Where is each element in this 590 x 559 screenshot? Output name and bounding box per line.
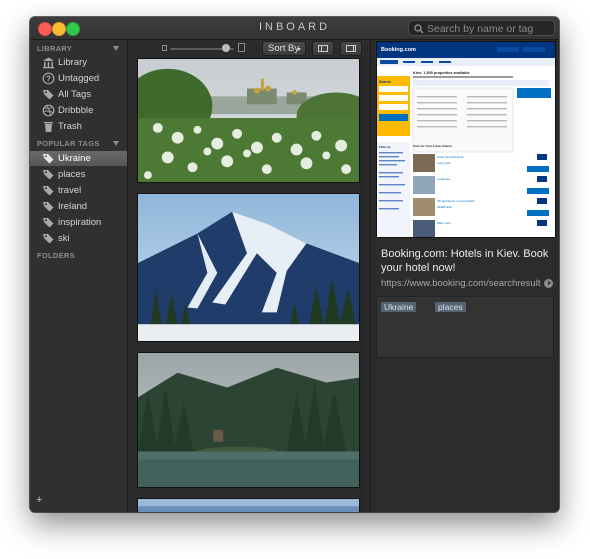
search-icon <box>414 24 424 34</box>
sidebar-item-label: Untagged <box>58 73 100 84</box>
preview-search-label: Search <box>379 80 391 84</box>
svg-text:?: ? <box>46 74 51 83</box>
sidebar-tag-ukraine[interactable]: Ukraine <box>30 151 127 166</box>
preview-filter-label: Filter by <box>379 145 391 149</box>
sidebar-item-label: All Tags <box>58 89 92 100</box>
question-icon: ? <box>42 72 55 85</box>
dribbble-icon <box>42 104 55 117</box>
library-header: LIBRARY <box>37 44 73 53</box>
sort-by-button[interactable]: Sort By <box>262 41 306 56</box>
preview-hotel-name: Hotel Vozdvizhenka <box>437 155 464 159</box>
sort-by-label: Sort By <box>268 43 300 54</box>
bookmark-url[interactable]: https://www.booking.com/searchresult... <box>381 278 541 289</box>
tags-icon <box>43 90 54 100</box>
sidebar-item-label: Dribbble <box>58 105 94 116</box>
preview-hotel-name: Radlliff Hotel <box>437 205 452 209</box>
search-input[interactable]: Search by name or tag <box>408 20 555 36</box>
list-scrollbar[interactable] <box>361 58 370 512</box>
sidebar-item-trash[interactable]: Trash <box>30 119 127 134</box>
tag-icon <box>43 170 54 180</box>
sidebar-tag-label: Ukraine <box>58 153 91 164</box>
sidebar-item-label: Library <box>58 57 88 68</box>
preview-logo: Booking.com <box>381 47 416 53</box>
trash-icon <box>44 122 53 132</box>
list-toolbar: Sort By <box>128 40 370 57</box>
title-bar: INBOARD Search by name or tag <box>30 17 559 40</box>
sidebar: LIBRARY Library ? Untagged All Tags Drib… <box>30 40 128 512</box>
toggle-inspector-button[interactable] <box>340 41 362 56</box>
sidebar-item-label: Trash <box>58 121 82 132</box>
preview-hotel-name: Lusterkee <box>437 177 451 181</box>
right-panel-icon <box>346 45 356 52</box>
add-button[interactable]: + <box>36 494 42 506</box>
booking-page-preview: Booking.com Search Kiev: 1,955 propertie… <box>377 42 555 237</box>
sidebar-item-library[interactable]: Library <box>30 55 127 70</box>
sidebar-tag-places[interactable]: places <box>30 167 127 182</box>
left-panel-icon <box>318 45 328 52</box>
library-icon <box>43 57 54 69</box>
tag-chip[interactable]: places <box>435 302 466 312</box>
app-window: INBOARD Search by name or tag LIBRARY Li… <box>30 17 559 512</box>
sidebar-tag-label: travel <box>58 185 82 196</box>
folders-header: FOLDERS <box>37 251 75 260</box>
inspector-panel: Booking.com Search Kiev: 1,955 propertie… <box>370 40 559 512</box>
chevron-down-icon <box>297 48 301 51</box>
tag-chip[interactable]: Ukraine <box>381 302 417 312</box>
preview-list-label: Over for Your Fresh Clients <box>413 144 452 148</box>
preview-hotel-name: VP apartment on Kreschatik <box>437 199 475 203</box>
popular-tags-collapse-icon[interactable] <box>113 141 119 146</box>
sidebar-tag-label: places <box>58 169 86 180</box>
image-thumbnail-partial[interactable] <box>137 498 360 512</box>
small-size-icon <box>162 45 167 51</box>
panel-divider <box>321 45 322 52</box>
sidebar-tag-label: inspiration <box>58 217 102 228</box>
search-placeholder: Search by name or tag <box>427 23 534 35</box>
sidebar-tag-inspiration[interactable]: inspiration <box>30 215 127 230</box>
preview-hotel-name: Zlatiy Kiev <box>437 221 451 225</box>
image-thumbnail-ski[interactable] <box>137 193 360 342</box>
image-thumbnail-lake[interactable] <box>137 352 360 488</box>
toggle-sidebar-button[interactable] <box>312 41 334 56</box>
tag-icon <box>43 234 54 244</box>
tag-icon <box>43 154 54 164</box>
preview-heading: Kiev: 1,955 properties available <box>413 71 470 75</box>
sidebar-tag-ski[interactable]: ski <box>30 231 127 246</box>
popular-tags-header: POPULAR TAGS <box>37 139 100 148</box>
image-list[interactable] <box>128 58 370 512</box>
preview-hotel-name: Lucky Hotel <box>437 161 451 165</box>
sidebar-item-dribbble[interactable]: Dribbble <box>30 103 127 118</box>
tag-icon <box>43 202 54 212</box>
large-size-icon <box>238 43 245 52</box>
tag-icon <box>43 186 54 196</box>
open-link-icon[interactable] <box>544 279 553 288</box>
image-thumbnail-kyiv[interactable] <box>137 58 360 183</box>
tag-field[interactable]: Ukraine places <box>376 296 554 358</box>
sidebar-tag-label: Ireland <box>58 201 88 212</box>
slider-knob[interactable] <box>222 44 230 52</box>
sidebar-tag-travel[interactable]: travel <box>30 183 127 198</box>
sidebar-item-untagged[interactable]: ? Untagged <box>30 71 127 86</box>
sidebar-item-all-tags[interactable]: All Tags <box>30 87 127 102</box>
sidebar-tag-ireland[interactable]: Ireland <box>30 199 127 214</box>
tag-icon <box>43 218 54 228</box>
library-collapse-icon[interactable] <box>113 46 119 51</box>
web-preview[interactable]: Booking.com Search Kiev: 1,955 propertie… <box>376 41 556 238</box>
bookmark-title: Booking.com: Hotels in Kiev. Book your h… <box>381 248 549 274</box>
sidebar-tag-label: ski <box>58 233 70 244</box>
panel-divider <box>353 45 354 52</box>
